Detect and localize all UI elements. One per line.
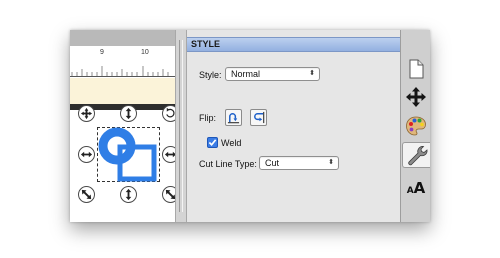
- panel-title: STYLE: [187, 37, 400, 52]
- color-palette-icon: [406, 116, 426, 136]
- horizontal-arrows-icon: [80, 151, 93, 158]
- text-size-tool[interactable]: A A: [403, 175, 429, 201]
- diagonal-arrows-icon: [81, 189, 92, 200]
- panel-toolbar: A A: [400, 30, 430, 222]
- design-canvas[interactable]: 9 10: [70, 30, 179, 222]
- vertical-arrows-icon: [125, 107, 132, 120]
- move-arrows-icon: [80, 107, 93, 120]
- flip-label: Flip:: [199, 113, 217, 123]
- pane-splitter[interactable]: [175, 30, 187, 222]
- settings-tool[interactable]: [402, 142, 430, 168]
- resize-handle-top[interactable]: [120, 105, 137, 122]
- weld-checkbox[interactable]: [207, 137, 218, 148]
- style-select-value: Normal: [231, 69, 261, 79]
- style-label: Style:: [199, 70, 222, 80]
- cut-line-type-value: Cut: [265, 158, 280, 168]
- updown-arrows-icon: ⬍: [309, 70, 315, 77]
- wrench-icon: [408, 146, 428, 166]
- flip-vertical-button[interactable]: [225, 109, 242, 126]
- resize-handle-bottom-left[interactable]: [78, 186, 95, 203]
- ruler-mark-10: 10: [141, 49, 149, 56]
- resize-handle-bottom[interactable]: [120, 186, 137, 203]
- horizontal-ruler: 9 10: [70, 46, 175, 77]
- ruler-ticks: [71, 66, 169, 76]
- text-size-small-glyph: A: [406, 185, 414, 196]
- splitter-grip: [179, 40, 183, 212]
- style-select[interactable]: Normal ⬍: [225, 67, 320, 81]
- cut-line-type-label: Cut Line Type:: [199, 159, 257, 169]
- welded-shapes[interactable]: [97, 126, 163, 184]
- cut-line-type-select[interactable]: Cut ⬍: [259, 156, 339, 170]
- document-icon: [409, 59, 424, 79]
- checkmark-icon: [208, 139, 217, 146]
- resize-handle-left[interactable]: [78, 146, 95, 163]
- app-window: 9 10 STYLE Style: Normal ⬍ Flip: Weld Cu…: [70, 30, 430, 222]
- text-size-large-glyph: A: [413, 178, 426, 197]
- move-arrows-icon: [406, 87, 426, 107]
- document-tool[interactable]: [403, 56, 429, 82]
- color-tool[interactable]: [403, 113, 429, 139]
- flip-horizontal-button[interactable]: [250, 109, 267, 126]
- flip-horizontal-icon: [254, 111, 265, 124]
- canvas-top-bar: [70, 30, 175, 46]
- ruler-mark-9: 9: [100, 49, 104, 56]
- move-handle[interactable]: [78, 105, 95, 122]
- weld-label: Weld: [221, 138, 242, 148]
- vertical-arrows-icon: [125, 188, 132, 201]
- updown-arrows-icon: ⬍: [328, 159, 334, 166]
- flip-vertical-icon: [227, 113, 240, 124]
- move-tool[interactable]: [403, 84, 429, 110]
- mat-edge: [70, 78, 175, 104]
- text-size-icon: A A: [406, 178, 426, 197]
- style-panel: STYLE Style: Normal ⬍ Flip: Weld Cut Lin…: [187, 30, 400, 222]
